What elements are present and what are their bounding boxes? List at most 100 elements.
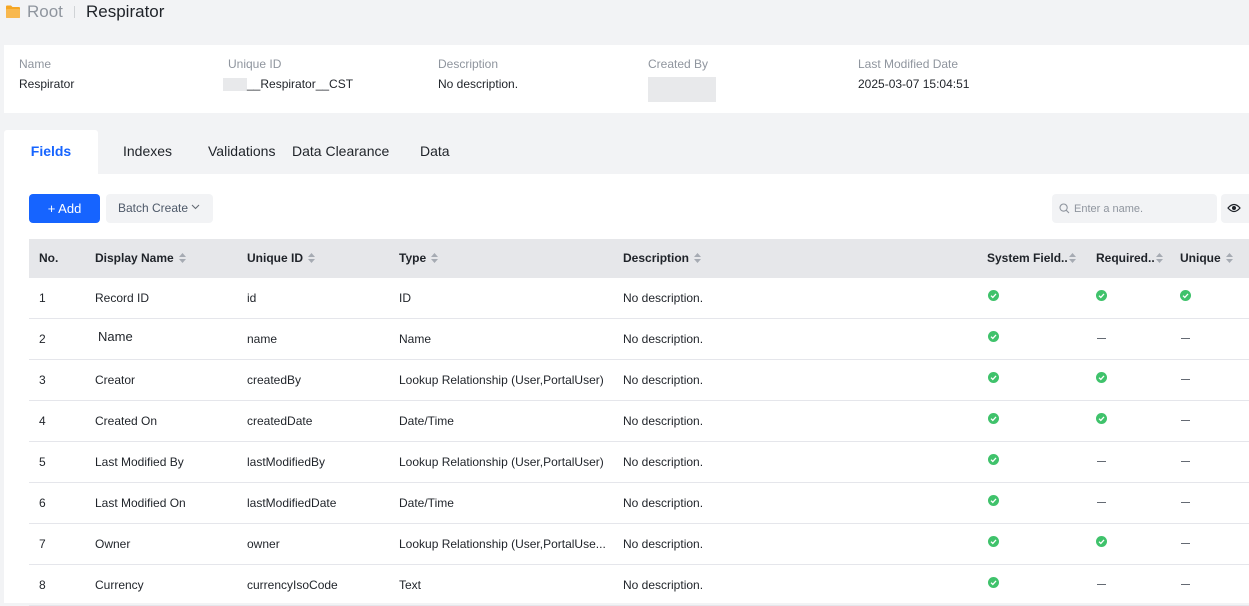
cell-display-name[interactable]: Record ID [95, 278, 240, 318]
table-row[interactable]: 5 Last Modified By lastModifiedBy Lookup Re… [29, 442, 1249, 483]
unique-dash-icon [1181, 584, 1190, 585]
batch-create-button[interactable]: Batch Create [106, 194, 213, 223]
col-required[interactable]: Required.. [1096, 239, 1163, 278]
table-row[interactable]: 4 Created On createdDate Date/Time No descri… [29, 401, 1249, 442]
col-type[interactable]: Type [399, 239, 439, 278]
redacted-creator [648, 77, 716, 102]
info-created-by-value [648, 77, 716, 102]
info-name-label: Name [19, 57, 52, 71]
breadcrumb: Root Respirator [0, 0, 1249, 24]
system-field-check-icon [988, 495, 999, 506]
cell-type: Lookup Relationship (User,PortalUser) [399, 455, 604, 469]
tab-indexes[interactable]: Indexes [123, 130, 172, 174]
cell-display-name[interactable]: Name [98, 317, 243, 357]
cell-no: 2 [39, 332, 46, 346]
fields-panel: + Add Batch Create No. Display Name Uniq… [4, 174, 1249, 606]
column-visibility-button[interactable] [1221, 194, 1249, 223]
col-display-name[interactable]: Display Name [95, 239, 186, 278]
col-unique[interactable]: Unique [1180, 239, 1233, 278]
breadcrumb-current: Respirator [86, 2, 165, 21]
table-row[interactable]: 3 Creator createdBy Lookup Relationship (Us… [29, 360, 1249, 401]
info-desc-value: No description. [438, 77, 519, 91]
sort-icon [1155, 252, 1163, 263]
col-unique-id[interactable]: Unique ID [247, 239, 315, 278]
info-description: Description No description. [438, 58, 518, 91]
info-modified-label: Last Modified Date [858, 57, 959, 71]
col-system-field[interactable]: System Field.. [987, 239, 1076, 278]
cell-unique-id: lastModifiedBy [247, 455, 326, 469]
info-uid-value: __Respirator__CST [247, 77, 354, 91]
object-info-panel: Name Respirator Unique ID __Respirator__… [4, 45, 1249, 113]
info-modified: Last Modified Date 2025-03-07 15:04:51 [858, 58, 969, 91]
table-row[interactable]: 8 Currency currencyIsoCode Text No descripti… [29, 565, 1249, 606]
search-input[interactable] [1074, 194, 1209, 223]
sort-icon [308, 252, 315, 263]
system-field-check-icon [988, 577, 999, 588]
batch-create-label: Batch Create [118, 201, 189, 215]
col-type-label: Type [399, 251, 427, 265]
required-check-icon [1096, 372, 1107, 383]
table-row[interactable]: 2 Name name Name No description. [29, 319, 1249, 360]
cell-display-name[interactable]: Created On [95, 401, 240, 441]
cell-display-name[interactable]: Last Modified On [95, 483, 240, 523]
breadcrumb-separator [74, 6, 75, 18]
unique-dash-icon [1181, 502, 1190, 503]
tab-fields[interactable]: Fields [4, 130, 98, 174]
cell-no: 6 [39, 496, 46, 510]
info-modified-value: 2025-03-07 15:04:51 [858, 77, 970, 91]
cell-display-name[interactable]: Owner [95, 524, 240, 564]
cell-no: 8 [39, 578, 46, 592]
cell-unique-id: name [247, 332, 278, 346]
chevron-down-icon [191, 204, 200, 210]
info-uid-label: Unique ID [228, 57, 282, 71]
system-field-check-icon [988, 372, 999, 383]
cell-no: 1 [39, 291, 46, 305]
cell-display-name[interactable]: Currency [95, 565, 240, 605]
sort-icon [694, 252, 702, 263]
info-unique-id: Unique ID __Respirator__CST [223, 57, 354, 92]
cell-unique-id: id [247, 291, 257, 305]
system-field-check-icon [988, 331, 999, 342]
tab-data-clearance[interactable]: Data Clearance [292, 130, 389, 174]
cell-description: No description. [623, 291, 704, 305]
tab-validations[interactable]: Validations [208, 130, 275, 174]
required-dash-icon [1097, 502, 1106, 503]
unique-dash-icon [1181, 420, 1190, 421]
sort-icon [1068, 252, 1076, 263]
unique-dash-icon [1181, 461, 1190, 462]
cell-type: Date/Time [399, 414, 454, 428]
breadcrumb-root-link[interactable]: Root [27, 2, 63, 22]
info-uid-value-row: __Respirator__CST [223, 77, 354, 92]
folder-icon [6, 5, 20, 18]
system-field-check-icon [988, 413, 999, 424]
sort-icon [178, 252, 186, 263]
cell-type: Name [399, 332, 432, 346]
col-description[interactable]: Description [623, 239, 702, 278]
table-row[interactable]: 1 Record ID id ID No description. [29, 278, 1249, 319]
cell-display-name[interactable]: Creator [95, 360, 240, 400]
cell-type: Text [399, 578, 422, 592]
tab-data[interactable]: Data [420, 130, 450, 174]
unique-dash-icon [1181, 543, 1190, 544]
add-field-button[interactable]: + Add [29, 194, 100, 223]
col-description-label: Description [623, 251, 690, 265]
cell-description: No description. [623, 414, 704, 428]
cell-unique-id: owner [247, 537, 280, 551]
cell-type: Date/Time [399, 496, 454, 510]
info-created-by: Created By [648, 58, 716, 102]
col-unique-id-label: Unique ID [247, 251, 303, 265]
cell-unique-id: lastModifiedDate [247, 496, 337, 510]
cell-display-name[interactable]: Last Modified By [95, 442, 240, 482]
search-box [1052, 194, 1217, 223]
cell-description: No description. [623, 578, 704, 592]
cell-unique-id: createdDate [247, 414, 313, 428]
table-row[interactable]: 7 Owner owner Lookup Relationship (User,Por… [29, 524, 1249, 565]
table-header: No. Display Name Unique ID Type Descript… [29, 239, 1249, 278]
required-dash-icon [1097, 584, 1106, 585]
required-check-icon [1096, 413, 1107, 424]
required-dash-icon [1097, 338, 1106, 339]
cell-type: Lookup Relationship (User,PortalUse... [399, 537, 606, 551]
table-row[interactable]: 6 Last Modified On lastModifiedDate Date/Ti… [29, 483, 1249, 524]
info-name: Name Respirator [19, 58, 74, 91]
cell-type: Lookup Relationship (User,PortalUser) [399, 373, 604, 387]
